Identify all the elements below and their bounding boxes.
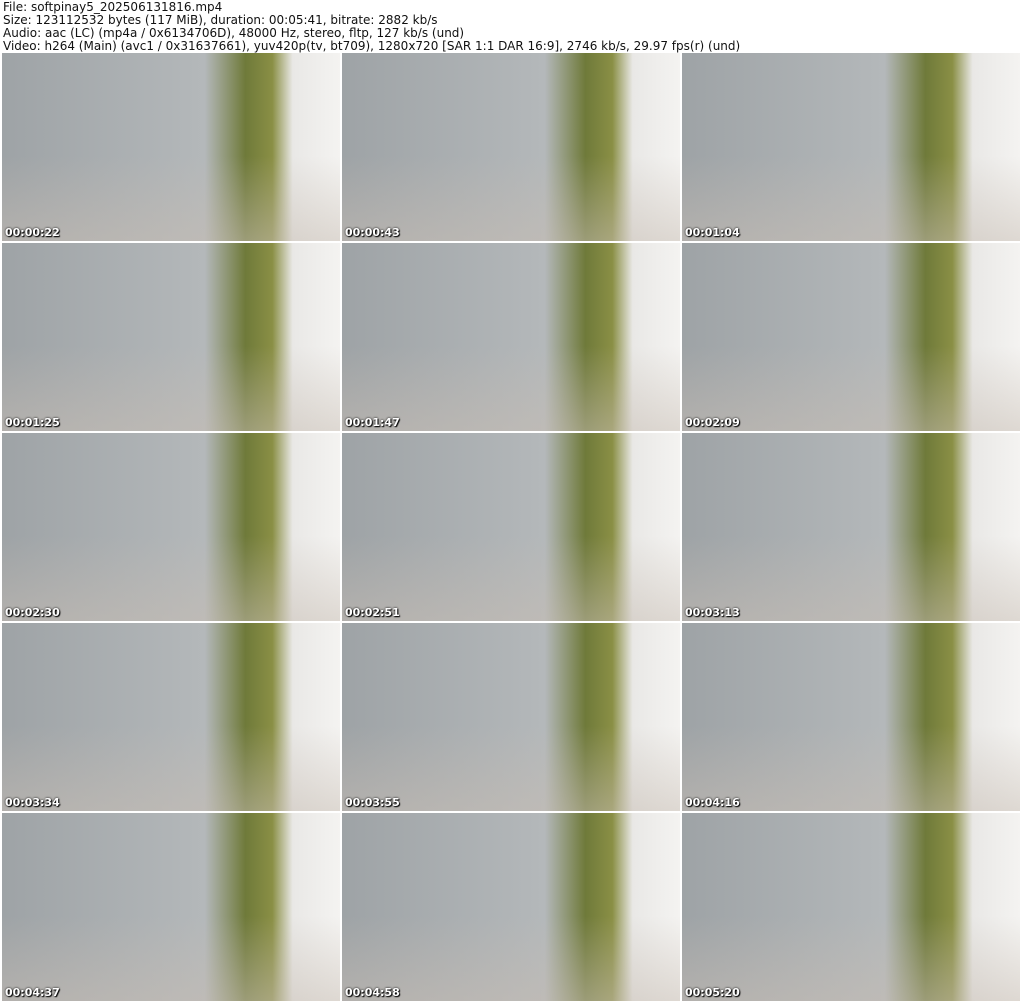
video-frame-thumbnail: 00:01:25 [2, 243, 340, 431]
frame-timestamp: 00:02:09 [685, 416, 740, 429]
frame-timestamp: 00:00:43 [345, 226, 400, 239]
video-frame-thumbnail: 00:03:34 [2, 623, 340, 811]
video-frame-thumbnail: 00:00:43 [342, 53, 680, 241]
video-frame-thumbnail: 00:04:58 [342, 813, 680, 1001]
frame-timestamp: 00:03:13 [685, 606, 740, 619]
frame-timestamp: 00:02:30 [5, 606, 60, 619]
file-info-header: File: softpinay5_202506131816.mp4 Size: … [3, 1, 740, 53]
video-frame-thumbnail: 00:02:09 [682, 243, 1020, 431]
frame-timestamp: 00:04:37 [5, 986, 60, 999]
video-frame-thumbnail: 00:03:55 [342, 623, 680, 811]
video-frame-thumbnail: 00:01:47 [342, 243, 680, 431]
frame-timestamp: 00:01:47 [345, 416, 400, 429]
video-frame-thumbnail: 00:05:20 [682, 813, 1020, 1001]
thumbnail-grid: 00:00:22 00:00:43 00:01:04 00:01:25 00:01:47… [2, 53, 1020, 1001]
frame-timestamp: 00:02:51 [345, 606, 400, 619]
video-frame-thumbnail: 00:04:37 [2, 813, 340, 1001]
video-frame-thumbnail: 00:03:13 [682, 433, 1020, 621]
video-frame-thumbnail: 00:00:22 [2, 53, 340, 241]
frame-timestamp: 00:01:04 [685, 226, 740, 239]
frame-timestamp: 00:03:34 [5, 796, 60, 809]
frame-timestamp: 00:05:20 [685, 986, 740, 999]
frame-timestamp: 00:04:16 [685, 796, 740, 809]
video-frame-thumbnail: 00:04:16 [682, 623, 1020, 811]
video-frame-thumbnail: 00:02:51 [342, 433, 680, 621]
video-info: Video: h264 (Main) (avc1 / 0x31637661), … [3, 39, 741, 53]
frame-timestamp: 00:01:25 [5, 416, 60, 429]
video-frame-thumbnail: 00:02:30 [2, 433, 340, 621]
video-frame-thumbnail: 00:01:04 [682, 53, 1020, 241]
frame-timestamp: 00:03:55 [345, 796, 400, 809]
frame-timestamp: 00:04:58 [345, 986, 400, 999]
frame-timestamp: 00:00:22 [5, 226, 60, 239]
